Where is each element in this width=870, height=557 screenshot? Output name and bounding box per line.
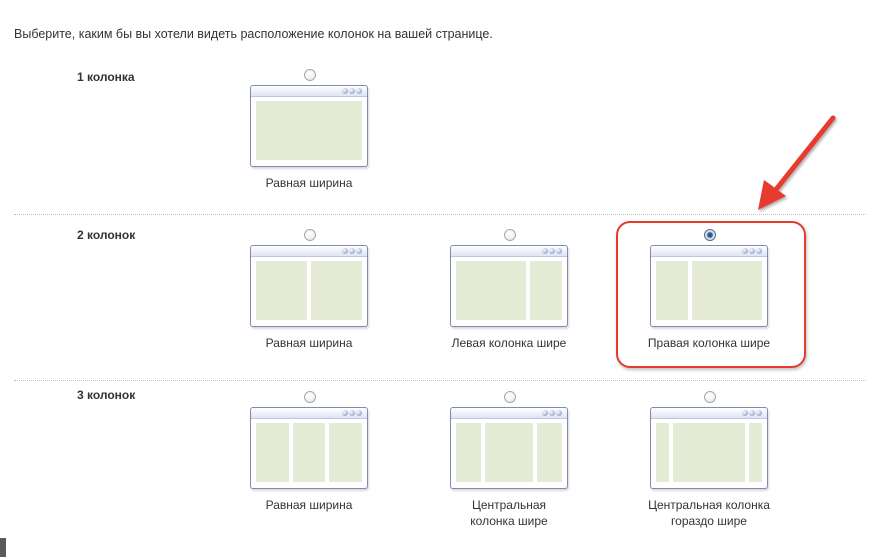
corner-shadow: [0, 538, 6, 557]
window-buttons-icon: [342, 248, 362, 254]
layout-thumbnail-2col-left-wider[interactable]: [450, 245, 568, 327]
window-buttons-icon: [342, 410, 362, 416]
layout-thumbnail-1col-equal[interactable]: [250, 85, 368, 167]
section-label-3-columns: 3 колонок: [77, 388, 136, 402]
radio-2col-equal[interactable]: [304, 229, 316, 241]
window-titlebar: [451, 408, 567, 419]
columns-preview: [456, 423, 562, 482]
layout-thumbnail-3col-equal[interactable]: [250, 407, 368, 489]
radio-3col-center-much-wider[interactable]: [704, 391, 716, 403]
option-caption: Центральная колонка шире: [470, 498, 548, 528]
window-buttons-icon: [342, 88, 362, 94]
radio-3col-center-wider[interactable]: [504, 391, 516, 403]
section-divider: [14, 380, 866, 381]
window-titlebar: [251, 86, 367, 97]
option-caption: Равная ширина: [265, 498, 353, 512]
page-instructions: Выберите, каким бы вы хотели видеть расп…: [14, 27, 493, 41]
section-label-1-column: 1 колонка: [77, 70, 135, 84]
option-caption: Левая колонка шире: [451, 336, 567, 350]
option-caption: Равная ширина: [265, 336, 353, 350]
radio-3col-equal[interactable]: [304, 391, 316, 403]
columns-preview: [256, 101, 362, 160]
window-buttons-icon: [742, 410, 762, 416]
window-buttons-icon: [542, 248, 562, 254]
selection-highlight-frame: [616, 221, 806, 368]
window-titlebar: [451, 246, 567, 257]
window-titlebar: [251, 408, 367, 419]
layout-thumbnail-2col-equal[interactable]: [250, 245, 368, 327]
window-titlebar: [651, 408, 767, 419]
pointer-arrow-icon: [758, 115, 836, 210]
section-label-2-columns: 2 колонок: [77, 228, 136, 242]
layout-thumbnail-3col-center-much-wider[interactable]: [650, 407, 768, 489]
columns-preview: [256, 261, 362, 320]
window-buttons-icon: [542, 410, 562, 416]
columns-preview: [456, 261, 562, 320]
option-caption: Равная ширина: [265, 176, 353, 190]
window-titlebar: [251, 246, 367, 257]
section-divider: [14, 214, 866, 215]
option-caption: Центральная колонка гораздо шире: [648, 498, 770, 528]
layout-thumbnail-3col-center-wider[interactable]: [450, 407, 568, 489]
radio-1col-equal[interactable]: [304, 69, 316, 81]
radio-2col-left-wider[interactable]: [504, 229, 516, 241]
columns-preview: [256, 423, 363, 482]
columns-preview: [656, 423, 762, 482]
